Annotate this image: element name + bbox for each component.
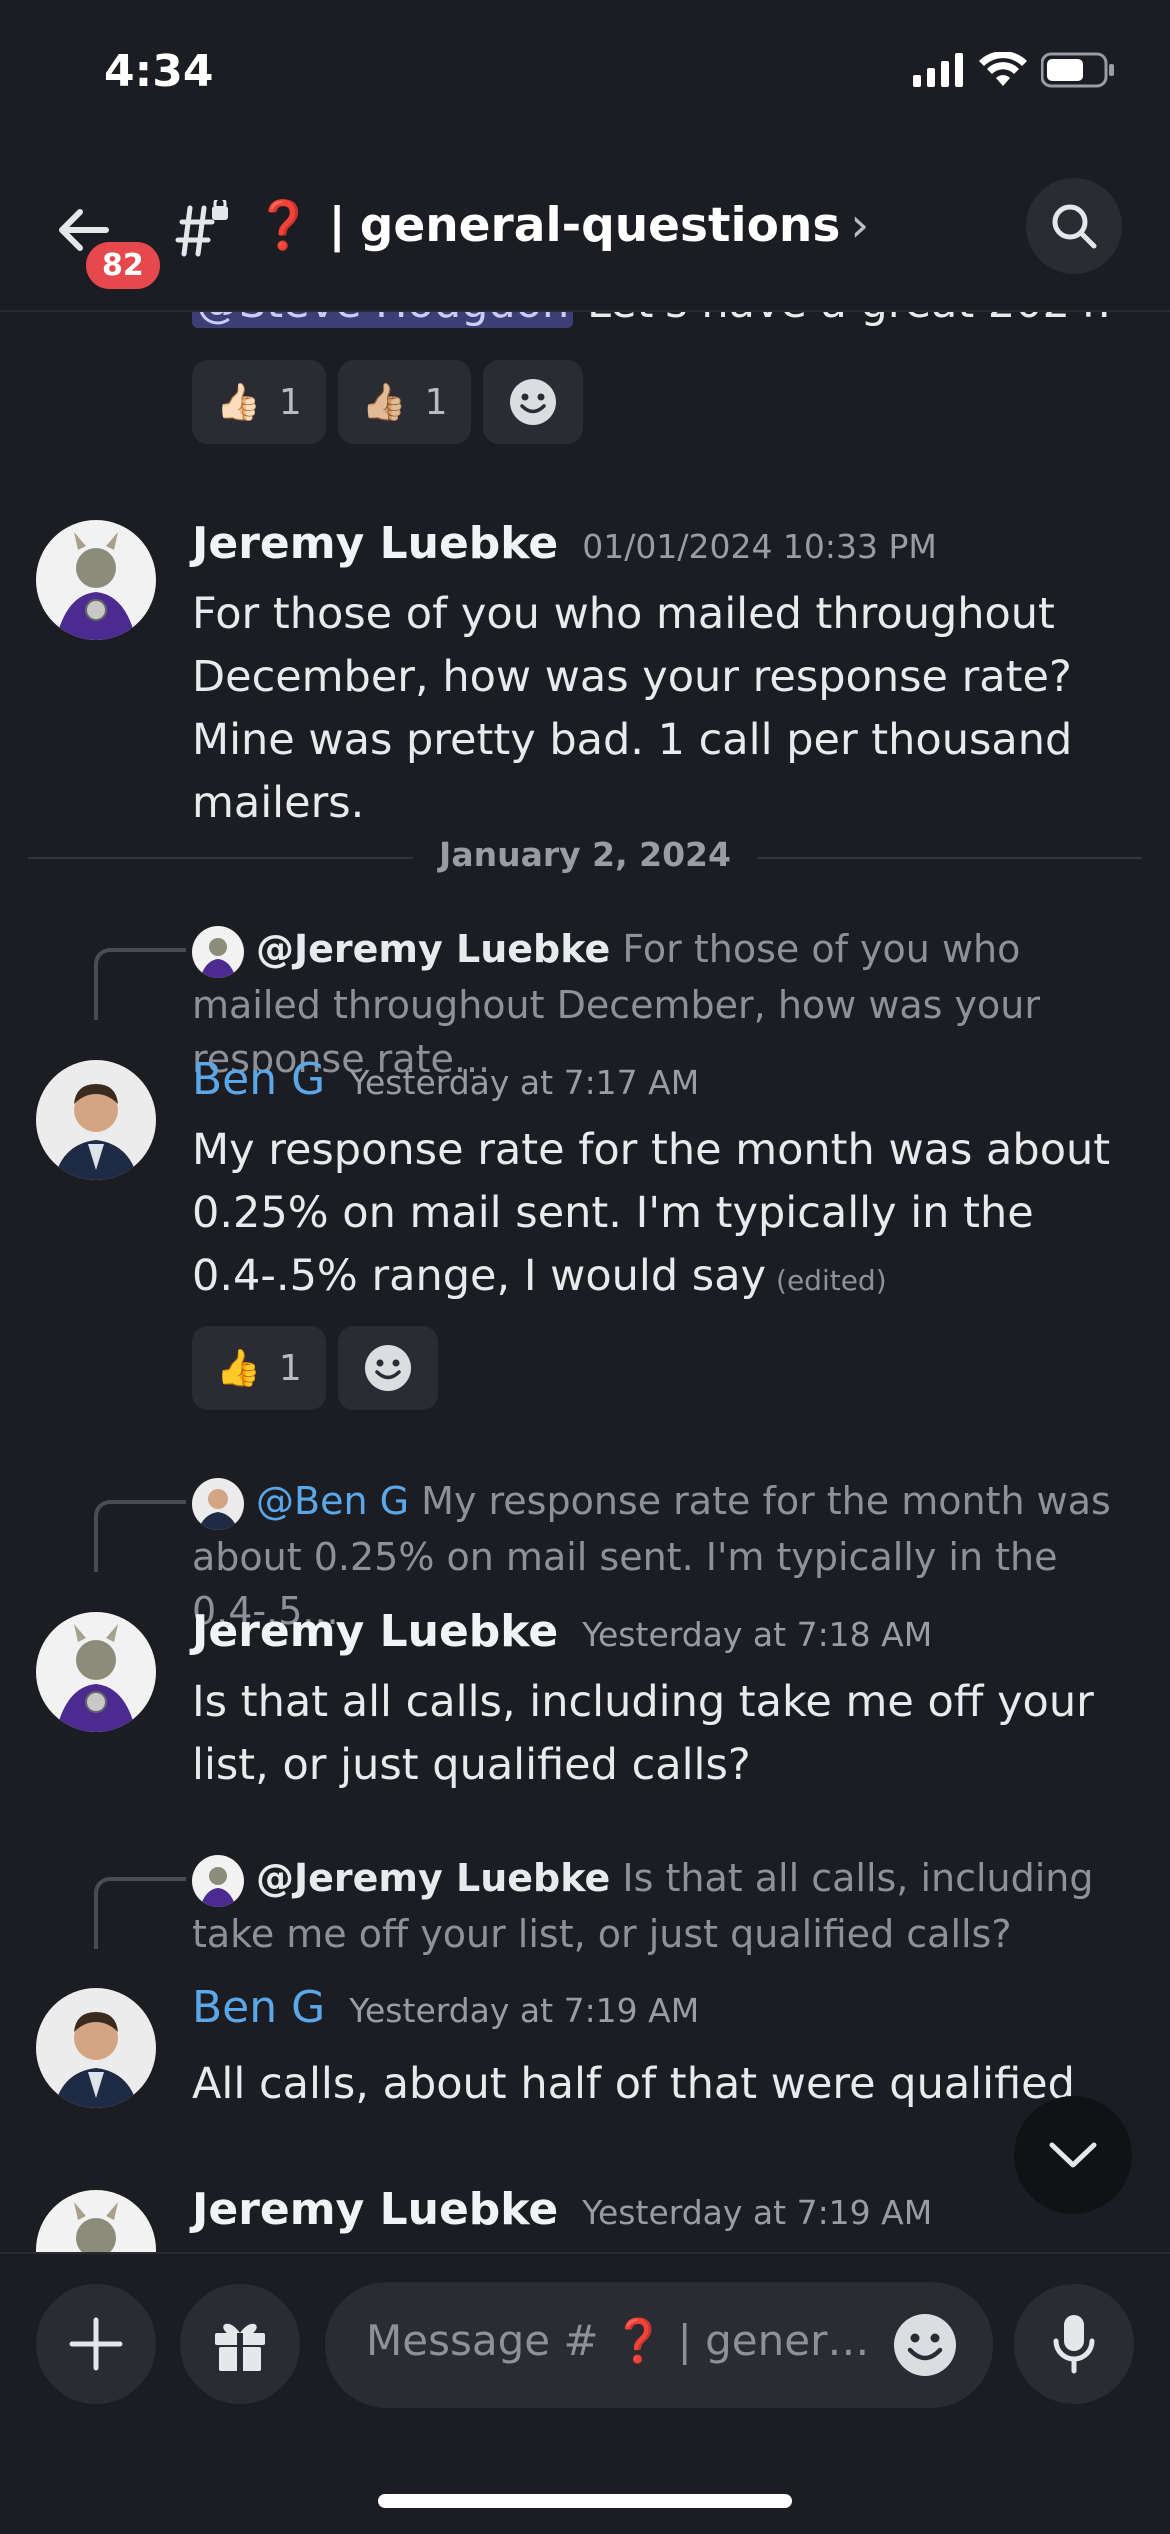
reply-connector xyxy=(94,1500,186,1572)
message: Jeremy Luebke 01/01/2024 10:33 PM For tho… xyxy=(192,514,1142,835)
status-icons xyxy=(913,52,1115,88)
cellular-signal-icon xyxy=(913,53,963,87)
voice-message-button[interactable] xyxy=(1014,2284,1134,2404)
message-text: Is that all calls, including take me off… xyxy=(192,1677,1094,1790)
message-feed[interactable]: @Steve Hodgdon Let's have a great 2024. … xyxy=(0,312,1170,2252)
reply-author: @Jeremy Luebke xyxy=(256,927,611,971)
timestamp: Yesterday at 7:18 AM xyxy=(582,1615,933,1654)
status-time: 4:34 xyxy=(104,46,214,97)
reply-connector xyxy=(94,1877,186,1949)
reply-preview[interactable]: @Jeremy Luebke Is that all calls, includ… xyxy=(192,1851,1132,1961)
channel-separator: | xyxy=(328,198,346,253)
timestamp: Yesterday at 7:19 AM xyxy=(582,2193,933,2232)
reaction-chip[interactable]: 👍🏼 1 xyxy=(337,360,472,444)
message-text: My response rate for the month was about… xyxy=(192,1125,1111,1301)
question-mark-emoji: ❓ xyxy=(611,2316,665,2365)
reaction-count: 1 xyxy=(278,1347,302,1389)
message: Ben G Yesterday at 7:19 AM All calls, abo… xyxy=(192,1978,1142,2116)
chevron-down-icon xyxy=(1049,2142,1097,2168)
microphone-icon xyxy=(1053,2315,1095,2374)
thumbs-up-medium-light-emoji: 👍🏼 xyxy=(361,382,407,423)
reaction-bar: 👍 1 xyxy=(192,1326,438,1410)
locked-channel-icon xyxy=(175,200,228,257)
thumbs-up-emoji: 👍 xyxy=(216,1348,261,1389)
placeholder-prefix: Message # xyxy=(366,2316,599,2365)
channel-title[interactable]: ❓ | general-questions › xyxy=(254,198,869,253)
question-mark-emoji: ❓ xyxy=(254,198,313,253)
reaction-chip[interactable]: 👍 1 xyxy=(192,1326,326,1410)
author-name[interactable]: Jeremy Luebke xyxy=(192,2184,558,2235)
ben-avatar-image xyxy=(36,1988,156,2108)
partial-message: @Steve Hodgdon Let's have a great 2024. xyxy=(192,312,1142,335)
author-name[interactable]: Jeremy Luebke xyxy=(192,518,558,569)
reaction-chip[interactable]: 👍🏻 1 xyxy=(192,360,326,444)
gift-icon xyxy=(215,2323,265,2371)
battery-icon xyxy=(1041,52,1114,88)
reaction-bar: 👍🏻 1 👍🏼 1 xyxy=(192,360,584,444)
avatar[interactable] xyxy=(36,1612,156,1732)
channel-name: general-questions xyxy=(359,198,841,253)
timestamp: 01/01/2024 10:33 PM xyxy=(582,527,937,566)
jeremy-avatar-image xyxy=(36,520,156,640)
plus-icon xyxy=(69,2317,123,2371)
avatar[interactable] xyxy=(36,2190,156,2252)
jeremy-avatar-image xyxy=(36,2190,156,2252)
avatar[interactable] xyxy=(36,1060,156,1180)
message: Ben G Yesterday at 7:17 AM My response ra… xyxy=(192,1050,1142,1312)
author-name[interactable]: Jeremy Luebke xyxy=(192,1606,558,1657)
channel-header: 82 ❓ | general-questions › xyxy=(0,150,1170,312)
message-text: For those of you who mailed throughout D… xyxy=(192,589,1073,828)
reaction-count: 1 xyxy=(278,381,302,423)
reply-avatar xyxy=(192,925,244,978)
emoji-picker-icon[interactable] xyxy=(892,2312,958,2378)
search-button[interactable] xyxy=(1026,178,1122,274)
reply-avatar xyxy=(192,1477,244,1530)
reply-connector xyxy=(94,948,186,1020)
reply-author: @Jeremy Luebke xyxy=(256,1856,611,1900)
wifi-icon xyxy=(979,52,1027,86)
smiley-icon xyxy=(510,379,557,425)
timestamp: Yesterday at 7:17 AM xyxy=(349,1063,700,1102)
search-icon xyxy=(1052,204,1097,249)
avatar[interactable] xyxy=(36,520,156,640)
edited-label: (edited) xyxy=(776,1264,887,1297)
jeremy-avatar-image xyxy=(36,1612,156,1732)
message-placeholder: Message # ❓ | general... xyxy=(366,2316,886,2366)
ben-avatar-image xyxy=(36,1060,156,1180)
chevron-right-icon: › xyxy=(850,198,870,253)
add-reaction-button[interactable] xyxy=(337,1326,438,1410)
message: Jeremy Luebke Yesterday at 7:19 AM xyxy=(192,2180,1142,2249)
unread-badge: 82 xyxy=(80,236,166,295)
date-divider-label: January 2, 2024 xyxy=(413,835,757,874)
attach-button[interactable] xyxy=(36,2284,156,2404)
user-mention[interactable]: @Steve Hodgdon xyxy=(192,312,574,328)
jump-to-latest-button[interactable] xyxy=(1014,2096,1132,2214)
date-divider: January 2, 2024 xyxy=(0,835,1170,885)
status-bar: 4:34 xyxy=(0,0,1170,150)
message-text: All calls, about half of that were quali… xyxy=(192,2059,1075,2109)
add-reaction-button[interactable] xyxy=(483,360,584,444)
author-name[interactable]: Ben G xyxy=(192,1054,325,1105)
reply-author: @Ben G xyxy=(256,1479,410,1523)
message-composer: Message # ❓ | general... xyxy=(0,2252,1170,2534)
message-text: Let's have a great 2024. xyxy=(587,312,1111,328)
message: Jeremy Luebke Yesterday at 7:18 AM Is tha… xyxy=(192,1602,1142,1797)
author-name[interactable]: Ben G xyxy=(192,1982,325,2033)
home-indicator[interactable] xyxy=(378,2494,792,2508)
thumbs-up-light-emoji: 👍🏻 xyxy=(216,382,261,423)
timestamp: Yesterday at 7:19 AM xyxy=(349,1991,700,2030)
placeholder-channel: | general... xyxy=(677,2316,886,2365)
reply-avatar xyxy=(192,1854,244,1907)
gift-button[interactable] xyxy=(180,2284,300,2404)
smiley-icon xyxy=(364,1345,411,1391)
avatar[interactable] xyxy=(36,1988,156,2108)
reaction-count: 1 xyxy=(424,381,448,423)
